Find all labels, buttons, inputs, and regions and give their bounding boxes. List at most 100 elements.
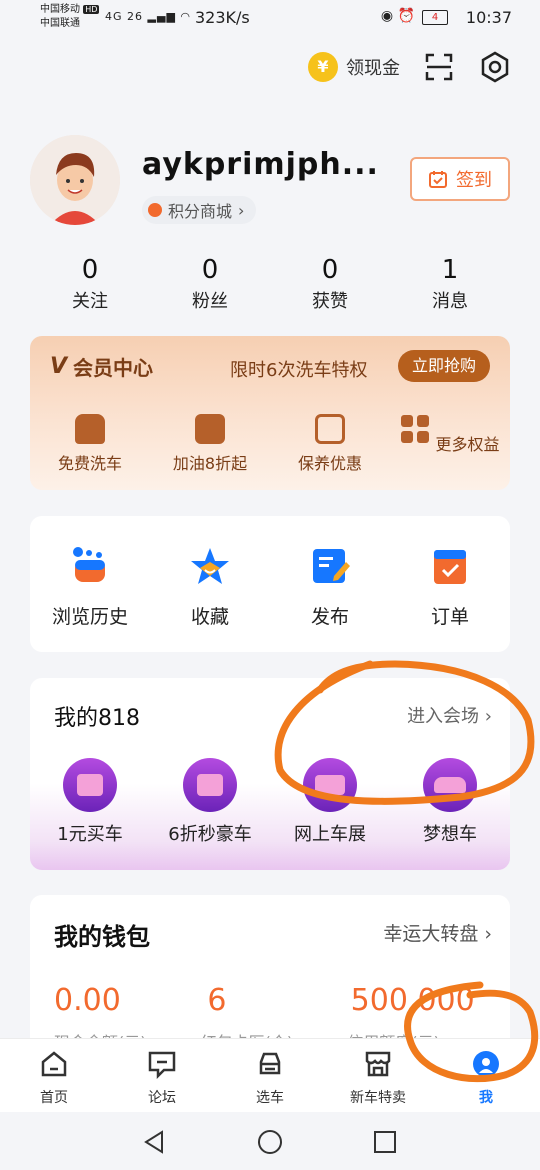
my-818-title: 我的818 [54, 706, 140, 731]
tab-forum[interactable]: 论坛 [108, 1039, 216, 1113]
cash-balance-value[interactable]: 0.00 [54, 983, 197, 1018]
red-packet-value[interactable]: 6 [197, 983, 350, 1018]
tab-label: 新车特卖 [350, 1090, 406, 1106]
back-icon[interactable] [142, 1129, 168, 1155]
benefit-more[interactable]: 更多权益 [390, 414, 510, 474]
vip-badge-icon: V [50, 354, 68, 379]
quick-label: 浏览历史 [51, 606, 128, 628]
scan-icon [425, 53, 453, 81]
eye-alarm-icons: ◉ ⏰ [380, 8, 415, 24]
settings-button[interactable] [478, 50, 512, 84]
lucky-wheel-label: 幸运大转盘 [383, 923, 479, 945]
item-label: 1元买车 [57, 824, 123, 845]
avatar-illustration [30, 135, 120, 225]
tab-new-car-sale[interactable]: 新车特卖 [324, 1039, 432, 1113]
lightning-icon [183, 758, 237, 812]
stat-messages[interactable]: 1 消息 [390, 255, 510, 313]
stat-likes[interactable]: 0 获赞 [270, 255, 390, 313]
stat-value: 0 [81, 255, 99, 285]
stat-followers[interactable]: 0 粉丝 [150, 255, 270, 313]
orders-button[interactable]: 订单 [390, 516, 510, 652]
bottom-tab-bar: 首页 论坛 选车 新车特卖 我 [0, 1038, 540, 1113]
favorites-button[interactable]: 收藏 [150, 516, 270, 652]
tab-me[interactable]: 我 [432, 1039, 540, 1113]
quick-actions: 浏览历史 收藏 发布 订单 [30, 516, 510, 652]
benefit-label: 免费洗车 [57, 454, 122, 473]
points-mall-link[interactable]: 积分商城 › [142, 196, 257, 224]
carrier-2: 中国联通 [40, 18, 80, 29]
publish-button[interactable]: 发布 [270, 516, 390, 652]
edit-icon [313, 549, 350, 583]
stat-value: 0 [321, 255, 339, 285]
clock: 10:37 [465, 8, 512, 27]
tab-label: 首页 [40, 1090, 68, 1106]
claim-cash-button[interactable]: ¥ 领现金 [308, 52, 400, 82]
home-circle-icon[interactable] [257, 1129, 283, 1155]
vip-promo-text: 限时6次洗车特权 [230, 360, 368, 381]
vip-benefits: 免费洗车 加油8折起 保养优惠 更多权益 [30, 414, 510, 474]
buy-now-button[interactable]: 立即抢购 [397, 350, 490, 382]
signal-label: 4G 26 [105, 10, 144, 23]
vip-center-card[interactable]: V 会员中心 限时6次洗车特权 立即抢购 免费洗车 加油8折起 保养优惠 更多权… [30, 336, 510, 490]
home-icon [41, 1051, 67, 1077]
benefit-car-wash[interactable]: 免费洗车 [30, 414, 150, 474]
network-speed: 323K/s [195, 8, 250, 27]
online-auto-show-button[interactable]: 网上车展 [270, 758, 390, 846]
username: aykprimjph... [142, 147, 379, 182]
car-front-icon [423, 758, 477, 812]
stat-following[interactable]: 0 关注 [30, 255, 150, 313]
benefit-maintenance[interactable]: 保养优惠 [270, 414, 390, 474]
signal-icon: 4G 26 ▂▄▆ ◠ [105, 10, 192, 23]
my-818-items: 1元买车 6折秒豪车 网上车展 梦想车 [30, 758, 510, 846]
wallet-values: 0.00 6 500,000 [54, 983, 494, 1018]
enter-venue-link[interactable]: 进入会场 › [407, 702, 492, 728]
avatar[interactable] [30, 135, 120, 225]
coin-icon: ¥ [308, 52, 338, 82]
shop-icon [365, 1051, 391, 1077]
flash-luxury-car-button[interactable]: 6折秒豪车 [150, 758, 270, 846]
order-icon [434, 550, 466, 584]
benefit-label: 加油8折起 [172, 454, 248, 473]
item-label: 梦想车 [423, 824, 477, 845]
tab-label: 论坛 [148, 1090, 176, 1106]
stats-row: 0 关注 0 粉丝 0 获赞 1 消息 [30, 255, 510, 313]
hd-badge: HD [83, 5, 100, 14]
credit-limit-value[interactable]: 500,000 [351, 983, 494, 1018]
checkin-button[interactable]: 签到 [410, 157, 510, 201]
recents-icon[interactable] [372, 1129, 398, 1155]
benefit-fuel[interactable]: 加油8折起 [150, 414, 270, 474]
stat-value: 1 [441, 255, 459, 285]
tab-label: 我 [479, 1090, 493, 1106]
claim-cash-label: 领现金 [346, 58, 400, 79]
benefit-label: 保养优惠 [297, 454, 362, 473]
history-icon [73, 547, 105, 582]
vip-title-label: 会员中心 [73, 356, 154, 380]
carrier-info: 中国移动 HD 中国联通 [40, 3, 100, 31]
tab-choose-car[interactable]: 选车 [216, 1039, 324, 1113]
lucky-wheel-link[interactable]: 幸运大转盘 › [383, 919, 492, 946]
calendar-icon [429, 171, 447, 188]
one-yuan-car-button[interactable]: 1元买车 [30, 758, 150, 846]
quick-label: 收藏 [190, 606, 229, 628]
tab-label: 选车 [256, 1090, 284, 1106]
points-mall-label: 积分商城 [168, 202, 233, 221]
vip-title: V 会员中心 [50, 352, 153, 381]
tab-home[interactable]: 首页 [0, 1039, 108, 1113]
grid-icon [401, 415, 430, 443]
carrier-1: 中国移动 [40, 4, 80, 15]
chevron-right-icon: › [484, 923, 492, 945]
battery-icon: 4 [422, 10, 448, 25]
points-icon [148, 203, 162, 217]
browse-history-button[interactable]: 浏览历史 [30, 516, 150, 652]
chevron-right-icon: › [238, 200, 245, 220]
car-wash-icon [75, 414, 105, 444]
chevron-right-icon: › [484, 706, 492, 727]
car-icon [259, 1052, 281, 1075]
scan-button[interactable] [422, 50, 456, 84]
benefit-label: 更多权益 [435, 435, 500, 454]
system-nav-bar [0, 1112, 540, 1170]
top-bar: ¥ 领现金 [308, 45, 512, 89]
status-bar: 中国移动 HD 中国联通 4G 26 ▂▄▆ ◠ 323K/s ◉ ⏰ 4 10… [0, 0, 540, 36]
dream-car-button[interactable]: 梦想车 [390, 758, 510, 846]
fuel-icon [195, 414, 225, 444]
